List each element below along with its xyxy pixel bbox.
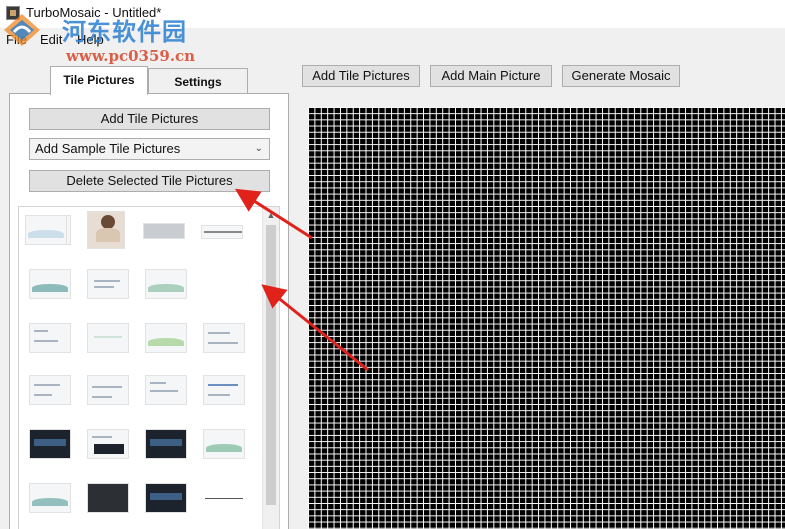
mosaic-preview-canvas[interactable] [308,107,785,529]
watermark-logo-icon [4,14,40,46]
tile-thumbnail[interactable] [87,429,129,459]
tile-thumbnail[interactable] [29,429,71,459]
tile-thumbnail[interactable] [87,483,129,513]
scroll-up-icon[interactable]: ▲ [263,207,279,223]
tile-thumbnail[interactable] [203,429,245,459]
tile-thumbnail[interactable] [201,225,243,239]
tab-settings[interactable]: Settings [148,68,248,94]
tile-thumbnail[interactable] [29,375,71,405]
thumbnail-scrollbar[interactable]: ▲ [262,207,279,529]
chevron-down-icon: ⌄ [254,143,263,154]
dropdown-value: Add Sample Tile Pictures [35,141,181,156]
turbomosaic-window: TurboMosaic - Untitled* File Edit Help 河… [0,0,785,529]
tile-thumbnail[interactable] [29,269,71,299]
tile-thumbnail[interactable] [203,375,245,405]
tile-thumbnail[interactable] [29,483,71,513]
tile-thumbnail[interactable] [87,375,129,405]
toolbar-add-tile-pictures-button[interactable]: Add Tile Pictures [302,65,420,87]
tile-thumbnail[interactable] [145,269,187,299]
delete-selected-tile-pictures-button[interactable]: Delete Selected Tile Pictures [29,170,270,192]
add-tile-pictures-button[interactable]: Add Tile Pictures [29,108,270,130]
tile-thumbnail[interactable] [145,429,187,459]
tile-thumbnail[interactable] [87,269,129,299]
tile-thumbnail-list[interactable]: ▲ [18,206,280,529]
tile-thumbnail[interactable] [87,323,129,353]
tile-thumbnail[interactable] [145,323,187,353]
sample-tile-pictures-dropdown[interactable]: Add Sample Tile Pictures ⌄ [29,138,270,160]
tile-thumbnail[interactable] [203,323,245,353]
tile-thumbnail[interactable] [203,483,245,513]
tile-thumbnail[interactable] [29,323,71,353]
generate-mosaic-button[interactable]: Generate Mosaic [562,65,680,87]
tile-thumbnail[interactable] [145,483,187,513]
tile-thumbnail[interactable] [87,211,125,249]
tile-thumbnail[interactable] [25,215,67,245]
tab-tile-pictures[interactable]: Tile Pictures [50,66,148,95]
watermark-url: www.pc0359.cn [66,47,196,65]
tile-pictures-panel: Add Tile Pictures Add Sample Tile Pictur… [9,93,289,529]
tile-thumbnail[interactable] [145,375,187,405]
tile-thumbnail[interactable] [143,223,185,239]
add-main-picture-button[interactable]: Add Main Picture [430,65,552,87]
watermark-text: 河东软件园 [62,17,187,46]
scroll-thumb[interactable] [266,225,276,505]
